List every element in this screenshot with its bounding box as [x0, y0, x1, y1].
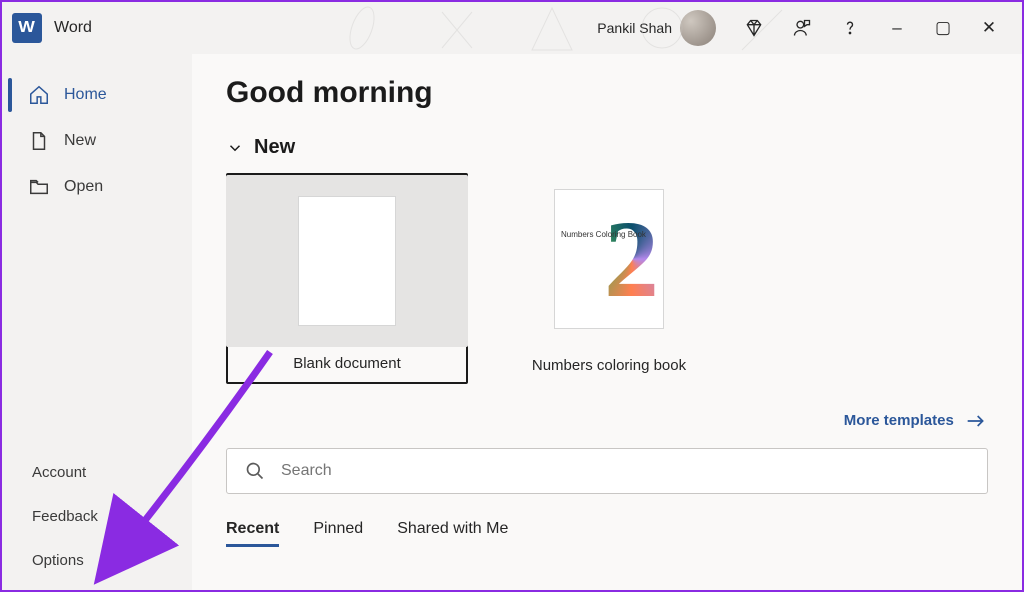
- section-new-header[interactable]: New: [226, 136, 988, 159]
- tab-recent[interactable]: Recent: [226, 520, 279, 547]
- arrow-right-icon: [966, 414, 986, 428]
- number-two-art: 2: [604, 204, 659, 314]
- search-icon: [245, 461, 265, 481]
- feedback-person-icon[interactable]: [778, 4, 826, 52]
- templates-row: Blank document Numbers Coloring Book 2 N…: [226, 173, 988, 384]
- template-thumb: [226, 175, 468, 347]
- sidebar: Home New Open Account Feedback Options: [2, 54, 192, 590]
- main-panel: Good morning New Blank document Numbers …: [192, 54, 1022, 590]
- word-logo: W: [12, 13, 42, 43]
- template-label: Numbers coloring book: [532, 357, 686, 374]
- user-identity[interactable]: Pankil Shah: [597, 10, 716, 46]
- template-blank-document[interactable]: Blank document: [226, 173, 468, 384]
- sidebar-item-label: Feedback: [32, 508, 98, 525]
- home-icon: [28, 84, 50, 106]
- more-templates-row: More templates: [226, 412, 986, 430]
- template-thumb: Numbers Coloring Book 2: [488, 173, 730, 345]
- tab-pinned[interactable]: Pinned: [313, 520, 363, 547]
- app-title: Word: [54, 19, 92, 37]
- blank-page-preview: [298, 196, 396, 326]
- premium-diamond-icon[interactable]: [730, 4, 778, 52]
- avatar: [680, 10, 716, 46]
- search-box[interactable]: [226, 448, 988, 494]
- help-icon[interactable]: [826, 4, 874, 52]
- more-templates-link[interactable]: More templates: [844, 412, 986, 429]
- section-title: New: [254, 136, 295, 159]
- template-label: Blank document: [293, 347, 401, 382]
- sidebar-item-label: Home: [64, 86, 107, 104]
- sidebar-item-feedback[interactable]: Feedback: [2, 494, 192, 538]
- sidebar-item-account[interactable]: Account: [2, 450, 192, 494]
- sidebar-item-label: Options: [32, 552, 84, 569]
- sidebar-item-label: Account: [32, 464, 86, 481]
- sidebar-item-new[interactable]: New: [2, 118, 192, 164]
- template-numbers-coloring-book[interactable]: Numbers Coloring Book 2 Numbers coloring…: [488, 173, 730, 384]
- sidebar-item-options[interactable]: Options: [2, 538, 192, 582]
- window-close-button[interactable]: ✕: [966, 5, 1012, 51]
- folder-open-icon: [28, 176, 50, 198]
- recent-tabs: Recent Pinned Shared with Me: [226, 520, 988, 547]
- sidebar-item-open[interactable]: Open: [2, 164, 192, 210]
- new-doc-icon: [28, 130, 50, 152]
- sidebar-item-home[interactable]: Home: [2, 72, 192, 118]
- window-restore-button[interactable]: ▢: [920, 5, 966, 51]
- chevron-down-icon: [226, 139, 244, 157]
- sidebar-item-label: Open: [64, 178, 103, 196]
- search-input[interactable]: [281, 462, 969, 480]
- thumb-caption: Numbers Coloring Book: [561, 230, 646, 240]
- greeting-heading: Good morning: [226, 76, 988, 110]
- user-name: Pankil Shah: [597, 20, 672, 36]
- window-minimize-button[interactable]: –: [874, 5, 920, 51]
- tab-shared-with-me[interactable]: Shared with Me: [397, 520, 508, 547]
- titlebar: W Word Pankil Shah – ▢ ✕: [2, 2, 1022, 54]
- sidebar-item-label: New: [64, 132, 96, 150]
